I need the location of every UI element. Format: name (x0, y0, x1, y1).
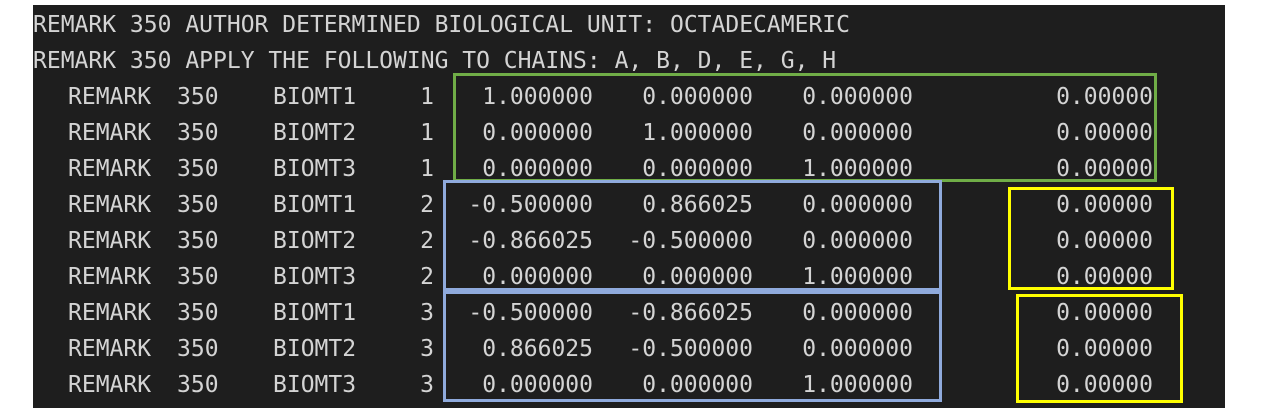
biomt-label: BIOMT3 (273, 156, 357, 182)
remark-number: 350 (177, 120, 219, 146)
remark-number: 350 (177, 156, 219, 182)
biomt-row: REMARK 350 BIOMT3 3 0.000000 0.000000 1.000000… (33, 367, 1225, 403)
record-type: REMARK (68, 120, 152, 146)
biomt-row: REMARK 350 BIOMT2 2 -0.866025 -0.500000 0.0000… (33, 223, 1225, 259)
matrix-col-1: -0.500000 (468, 300, 593, 326)
matrix-col-1: 1.000000 (482, 84, 593, 110)
translation-value: 0.00000 (1056, 300, 1153, 326)
translation-value: 0.00000 (1056, 336, 1153, 362)
terminal-panel: REMARK 350 AUTHOR DETERMINED BIOLOGICAL … (33, 5, 1225, 408)
matrix-col-1: 0.000000 (482, 120, 593, 146)
matrix-col-3: 1.000000 (802, 372, 913, 398)
biomt-label: BIOMT1 (273, 84, 357, 110)
remark-number: 350 (177, 84, 219, 110)
matrix-col-2: 0.000000 (642, 264, 753, 290)
biomt-label: BIOMT2 (273, 228, 357, 254)
matrix-col-2: 0.000000 (642, 372, 753, 398)
matrix-col-2: 0.000000 (642, 84, 753, 110)
matrix-col-2: 0.866025 (642, 192, 753, 218)
matrix-col-1: -0.500000 (468, 192, 593, 218)
operator-index: 2 (420, 192, 434, 218)
record-type: REMARK (68, 156, 152, 182)
translation-value: 0.00000 (1056, 264, 1153, 290)
matrix-col-2: -0.500000 (628, 336, 753, 362)
matrix-col-1: 0.000000 (482, 264, 593, 290)
remark-number: 350 (177, 264, 219, 290)
biomt-label: BIOMT1 (273, 300, 357, 326)
translation-value: 0.00000 (1056, 228, 1153, 254)
translation-value: 0.00000 (1056, 84, 1153, 110)
operator-index: 3 (420, 336, 434, 362)
header-line: REMARK 350 AUTHOR DETERMINED BIOLOGICAL … (33, 12, 850, 38)
record-type: REMARK (68, 192, 152, 218)
operator-index: 3 (420, 372, 434, 398)
matrix-col-3: 1.000000 (802, 264, 913, 290)
record-type: REMARK (68, 84, 152, 110)
translation-value: 0.00000 (1056, 156, 1153, 182)
header-line: REMARK 350 APPLY THE FOLLOWING TO CHAINS… (33, 48, 837, 74)
biomt-row: REMARK 350 BIOMT1 3 -0.500000 -0.866025 0.0000… (33, 295, 1225, 331)
remark-number: 350 (177, 192, 219, 218)
matrix-col-2: -0.500000 (628, 228, 753, 254)
matrix-col-1: 0.000000 (482, 156, 593, 182)
remark-number: 350 (177, 228, 219, 254)
operator-index: 1 (420, 156, 434, 182)
matrix-col-1: 0.866025 (482, 336, 593, 362)
translation-value: 0.00000 (1056, 372, 1153, 398)
record-type: REMARK (68, 264, 152, 290)
record-type: REMARK (68, 300, 152, 326)
matrix-col-3: 0.000000 (802, 192, 913, 218)
biomt-label: BIOMT3 (273, 372, 357, 398)
biomt-label: BIOMT2 (273, 336, 357, 362)
matrix-col-3: 0.000000 (802, 84, 913, 110)
record-type: REMARK (68, 228, 152, 254)
translation-value: 0.00000 (1056, 120, 1153, 146)
operator-index: 2 (420, 264, 434, 290)
biomt-row: REMARK 350 BIOMT3 2 0.000000 0.000000 1.000000… (33, 259, 1225, 295)
operator-index: 2 (420, 228, 434, 254)
operator-index: 1 (420, 84, 434, 110)
biomt-label: BIOMT1 (273, 192, 357, 218)
record-type: REMARK (68, 372, 152, 398)
matrix-col-3: 0.000000 (802, 336, 913, 362)
biomt-label: BIOMT2 (273, 120, 357, 146)
remark-number: 350 (177, 372, 219, 398)
record-type: REMARK (68, 336, 152, 362)
matrix-col-1: 0.000000 (482, 372, 593, 398)
matrix-col-1: -0.866025 (468, 228, 593, 254)
matrix-col-3: 0.000000 (802, 120, 913, 146)
biomt-row: REMARK 350 BIOMT1 1 1.000000 0.000000 0.000000… (33, 79, 1225, 115)
matrix-col-2: 1.000000 (642, 120, 753, 146)
matrix-col-3: 0.000000 (802, 228, 913, 254)
matrix-col-2: -0.866025 (628, 300, 753, 326)
translation-value: 0.00000 (1056, 192, 1153, 218)
biomt-row: REMARK 350 BIOMT2 3 0.866025 -0.500000 0.00000… (33, 331, 1225, 367)
biomt-row: REMARK 350 BIOMT2 1 0.000000 1.000000 0.000000… (33, 115, 1225, 151)
matrix-col-2: 0.000000 (642, 156, 753, 182)
biomt-row: REMARK 350 BIOMT3 1 0.000000 0.000000 1.000000… (33, 151, 1225, 187)
operator-index: 3 (420, 300, 434, 326)
matrix-col-3: 1.000000 (802, 156, 913, 182)
matrix-col-3: 0.000000 (802, 300, 913, 326)
remark-number: 350 (177, 300, 219, 326)
remark-number: 350 (177, 336, 219, 362)
operator-index: 1 (420, 120, 434, 146)
biomt-label: BIOMT3 (273, 264, 357, 290)
biomt-row: REMARK 350 BIOMT1 2 -0.500000 0.866025 0.00000… (33, 187, 1225, 223)
